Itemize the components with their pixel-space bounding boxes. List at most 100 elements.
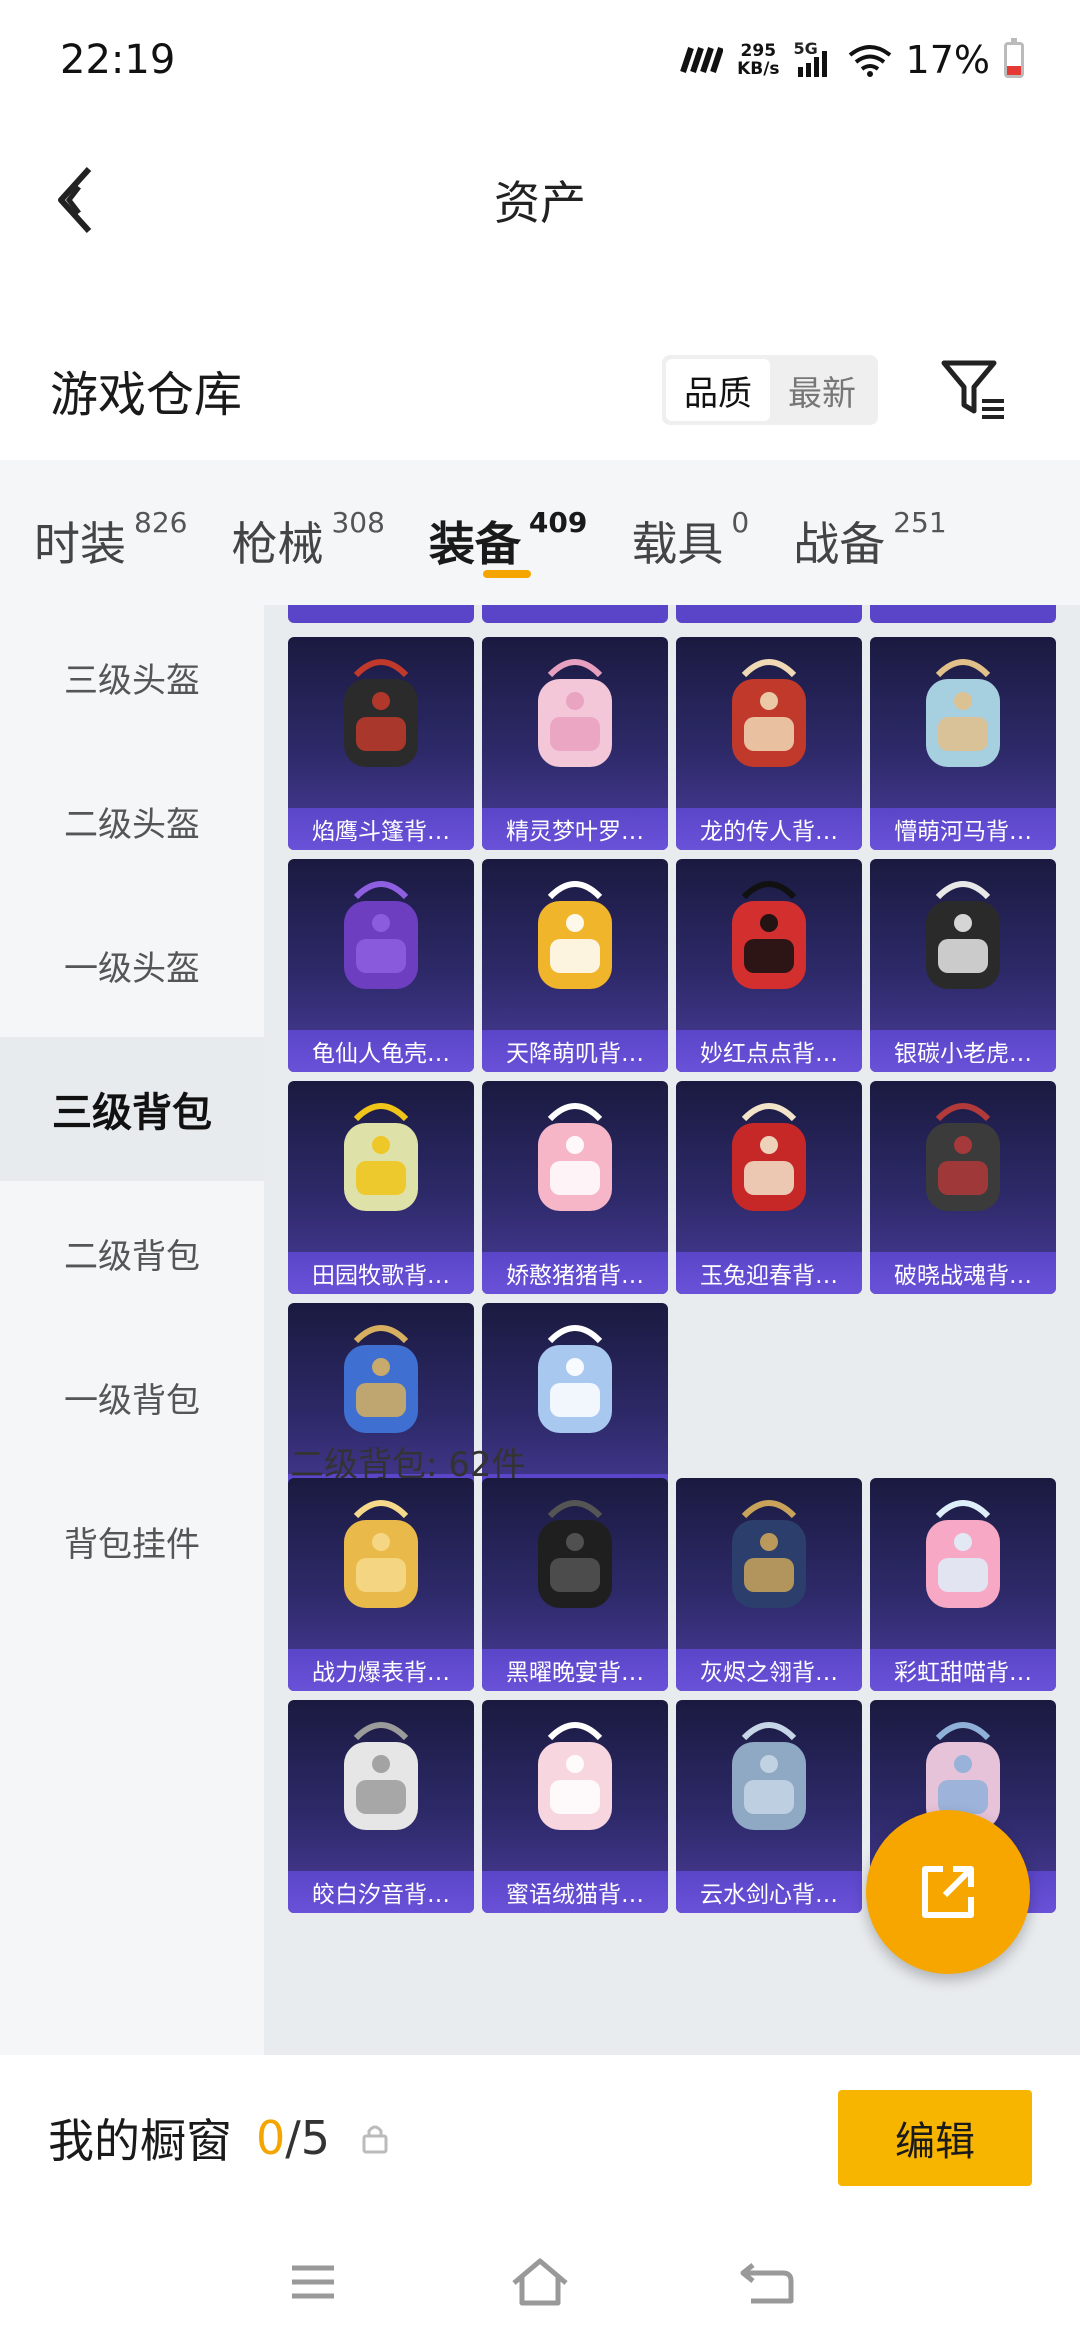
lock-icon [362, 2125, 388, 2153]
item-card[interactable]: 精灵梦叶罗… [482, 637, 668, 850]
item-name: 懵萌河马背… [870, 808, 1056, 850]
share-button[interactable] [866, 1810, 1030, 1974]
item-card[interactable]: 银碳小老虎… [870, 859, 1056, 1072]
sort-toggle: 品质 最新 [662, 355, 878, 425]
wifi-icon [848, 45, 891, 77]
item-card[interactable]: 玉兔迎春背… [676, 1081, 862, 1294]
item-name: 战力爆表背… [288, 1649, 474, 1691]
item-card[interactable]: 灰烬之翎背… [676, 1478, 862, 1691]
card-partial [870, 605, 1056, 623]
tab-vehicles[interactable]: 载具 0 [631, 488, 749, 578]
tab-label: 装备 [428, 516, 521, 571]
item-card[interactable]: 云水剑心背… [676, 1700, 862, 1913]
net-speed-unit: KB/s [737, 59, 780, 79]
card-partial [288, 605, 474, 623]
tab-count: 0 [731, 505, 750, 539]
item-name: 焰鹰斗篷背… [288, 808, 474, 850]
pink-cat-backpack-icon [926, 1500, 1000, 1608]
tab-fashion[interactable]: 时装 826 [34, 488, 187, 578]
item-card[interactable]: 黑曜晚宴背… [482, 1478, 668, 1691]
item-name: 彩虹甜喵背… [870, 1649, 1056, 1691]
spiked-backpack-icon [926, 1103, 1000, 1211]
share-icon [922, 1866, 974, 1918]
page-header: 资产 [0, 140, 1080, 260]
item-card[interactable]: 蜜语绒猫背… [482, 1700, 668, 1913]
sidebar-item-level1-helmet[interactable]: 一级头盔 [0, 893, 264, 1037]
menu-nav-button[interactable] [278, 2252, 348, 2312]
item-card[interactable]: 焰鹰斗篷背… [288, 637, 474, 850]
yellow-backpack-icon [538, 881, 612, 989]
item-card[interactable]: 皎白汐音背… [288, 1700, 474, 1913]
item-name: 蜜语绒猫背… [482, 1871, 668, 1913]
card-partial [676, 605, 862, 623]
sort-newest-option[interactable]: 最新 [770, 359, 874, 421]
sidebar-item-level2-backpack[interactable]: 二级背包 [0, 1181, 264, 1325]
blue-ribbon-backpack-icon [538, 1325, 612, 1433]
home-nav-button[interactable] [505, 2252, 575, 2312]
sidebar-item-level3-backpack[interactable]: 三级背包 [0, 1037, 264, 1181]
filter-icon[interactable] [938, 355, 1008, 425]
tiger-backpack-icon [926, 881, 1000, 989]
item-name: 灰烬之翎背… [676, 1649, 862, 1691]
category-tabs: 时装 826 枪械 308 装备 409 载具 0 战备 251 [0, 460, 1080, 605]
status-bar: 22:19 295 KB/s 5G 17% [0, 0, 1080, 120]
item-name: 龙的传人背… [676, 808, 862, 850]
hippo-backpack-icon [926, 659, 1000, 767]
item-card[interactable]: 娇憨猪猪背… [482, 1081, 668, 1294]
sidebar-item-level3-helmet[interactable]: 三级头盔 [0, 605, 264, 749]
rabbit-backpack-icon [732, 1103, 806, 1211]
item-card[interactable]: 龟仙人龟壳… [288, 859, 474, 1072]
item-name: 精灵梦叶罗… [482, 808, 668, 850]
tab-equipment[interactable]: 装备 409 [429, 488, 587, 578]
net-speed: 295 KB/s [737, 42, 779, 78]
showcase-capacity: /5 [285, 2110, 331, 2165]
item-card[interactable]: 妙红点点背… [676, 859, 862, 1072]
item-name: 皎白汐音背… [288, 1871, 474, 1913]
carrier-icon [680, 47, 724, 73]
sort-quality-option[interactable]: 品质 [666, 359, 770, 421]
back-arrow-icon [58, 166, 92, 234]
card-partial [482, 605, 668, 623]
partial-row [288, 605, 1056, 623]
white-shell-backpack-icon [344, 1722, 418, 1830]
item-name: 天降萌叽背… [482, 1030, 668, 1072]
showcase-count: 0/5 [256, 2111, 330, 2165]
sidebar-item-level1-backpack[interactable]: 一级背包 [0, 1325, 264, 1469]
signal-icon: 5G [794, 39, 834, 77]
item-card[interactable]: 彩虹甜喵背… [870, 1478, 1056, 1691]
showcase-title: 我的橱窗 [48, 2113, 232, 2168]
flame-hawk-backpack-icon [344, 659, 418, 767]
orb-backpack-icon [732, 1500, 806, 1608]
red-dragon-backpack-icon [732, 659, 806, 767]
tab-count: 251 [893, 505, 947, 539]
battery-icon [1004, 38, 1024, 78]
edit-button[interactable]: 编辑 [838, 2089, 1032, 2186]
item-card[interactable]: 懵萌河马背… [870, 637, 1056, 850]
item-card[interactable]: 龙的传人背… [676, 637, 862, 850]
back-button[interactable] [40, 160, 110, 240]
item-card[interactable]: 破晓战魂背… [870, 1081, 1056, 1294]
tab-label: 载具 [631, 516, 724, 571]
item-card[interactable]: 天降萌叽背… [482, 859, 668, 1072]
tab-label: 战备 [793, 516, 886, 571]
pig-backpack-icon [538, 1103, 612, 1211]
sidebar-item-level2-helmet[interactable]: 二级头盔 [0, 749, 264, 893]
sidebar-item-backpack-charm[interactable]: 背包挂件 [0, 1469, 264, 1613]
plush-cat-backpack-icon [538, 1722, 612, 1830]
warehouse-bar: 游戏仓库 品质 最新 [0, 330, 1080, 450]
item-name: 龟仙人龟壳… [288, 1030, 474, 1072]
gold-backpack-icon [344, 1500, 418, 1608]
back-nav-button[interactable] [732, 2252, 802, 2312]
tab-guns[interactable]: 枪械 308 [231, 488, 384, 578]
page-title: 资产 [494, 176, 586, 230]
ladybug-backpack-icon [732, 881, 806, 989]
item-name: 破晓战魂背… [870, 1252, 1056, 1294]
net-speed-value: 295 [740, 41, 777, 61]
item-card[interactable]: 田园牧歌背… [288, 1081, 474, 1294]
item-card[interactable]: 战力爆表背… [288, 1478, 474, 1691]
sword-backpack-icon [732, 1722, 806, 1830]
back-nav-icon [740, 2263, 794, 2304]
active-tab-indicator [482, 569, 531, 578]
tab-count: 308 [331, 505, 385, 539]
tab-supplies[interactable]: 战备 251 [793, 488, 946, 578]
